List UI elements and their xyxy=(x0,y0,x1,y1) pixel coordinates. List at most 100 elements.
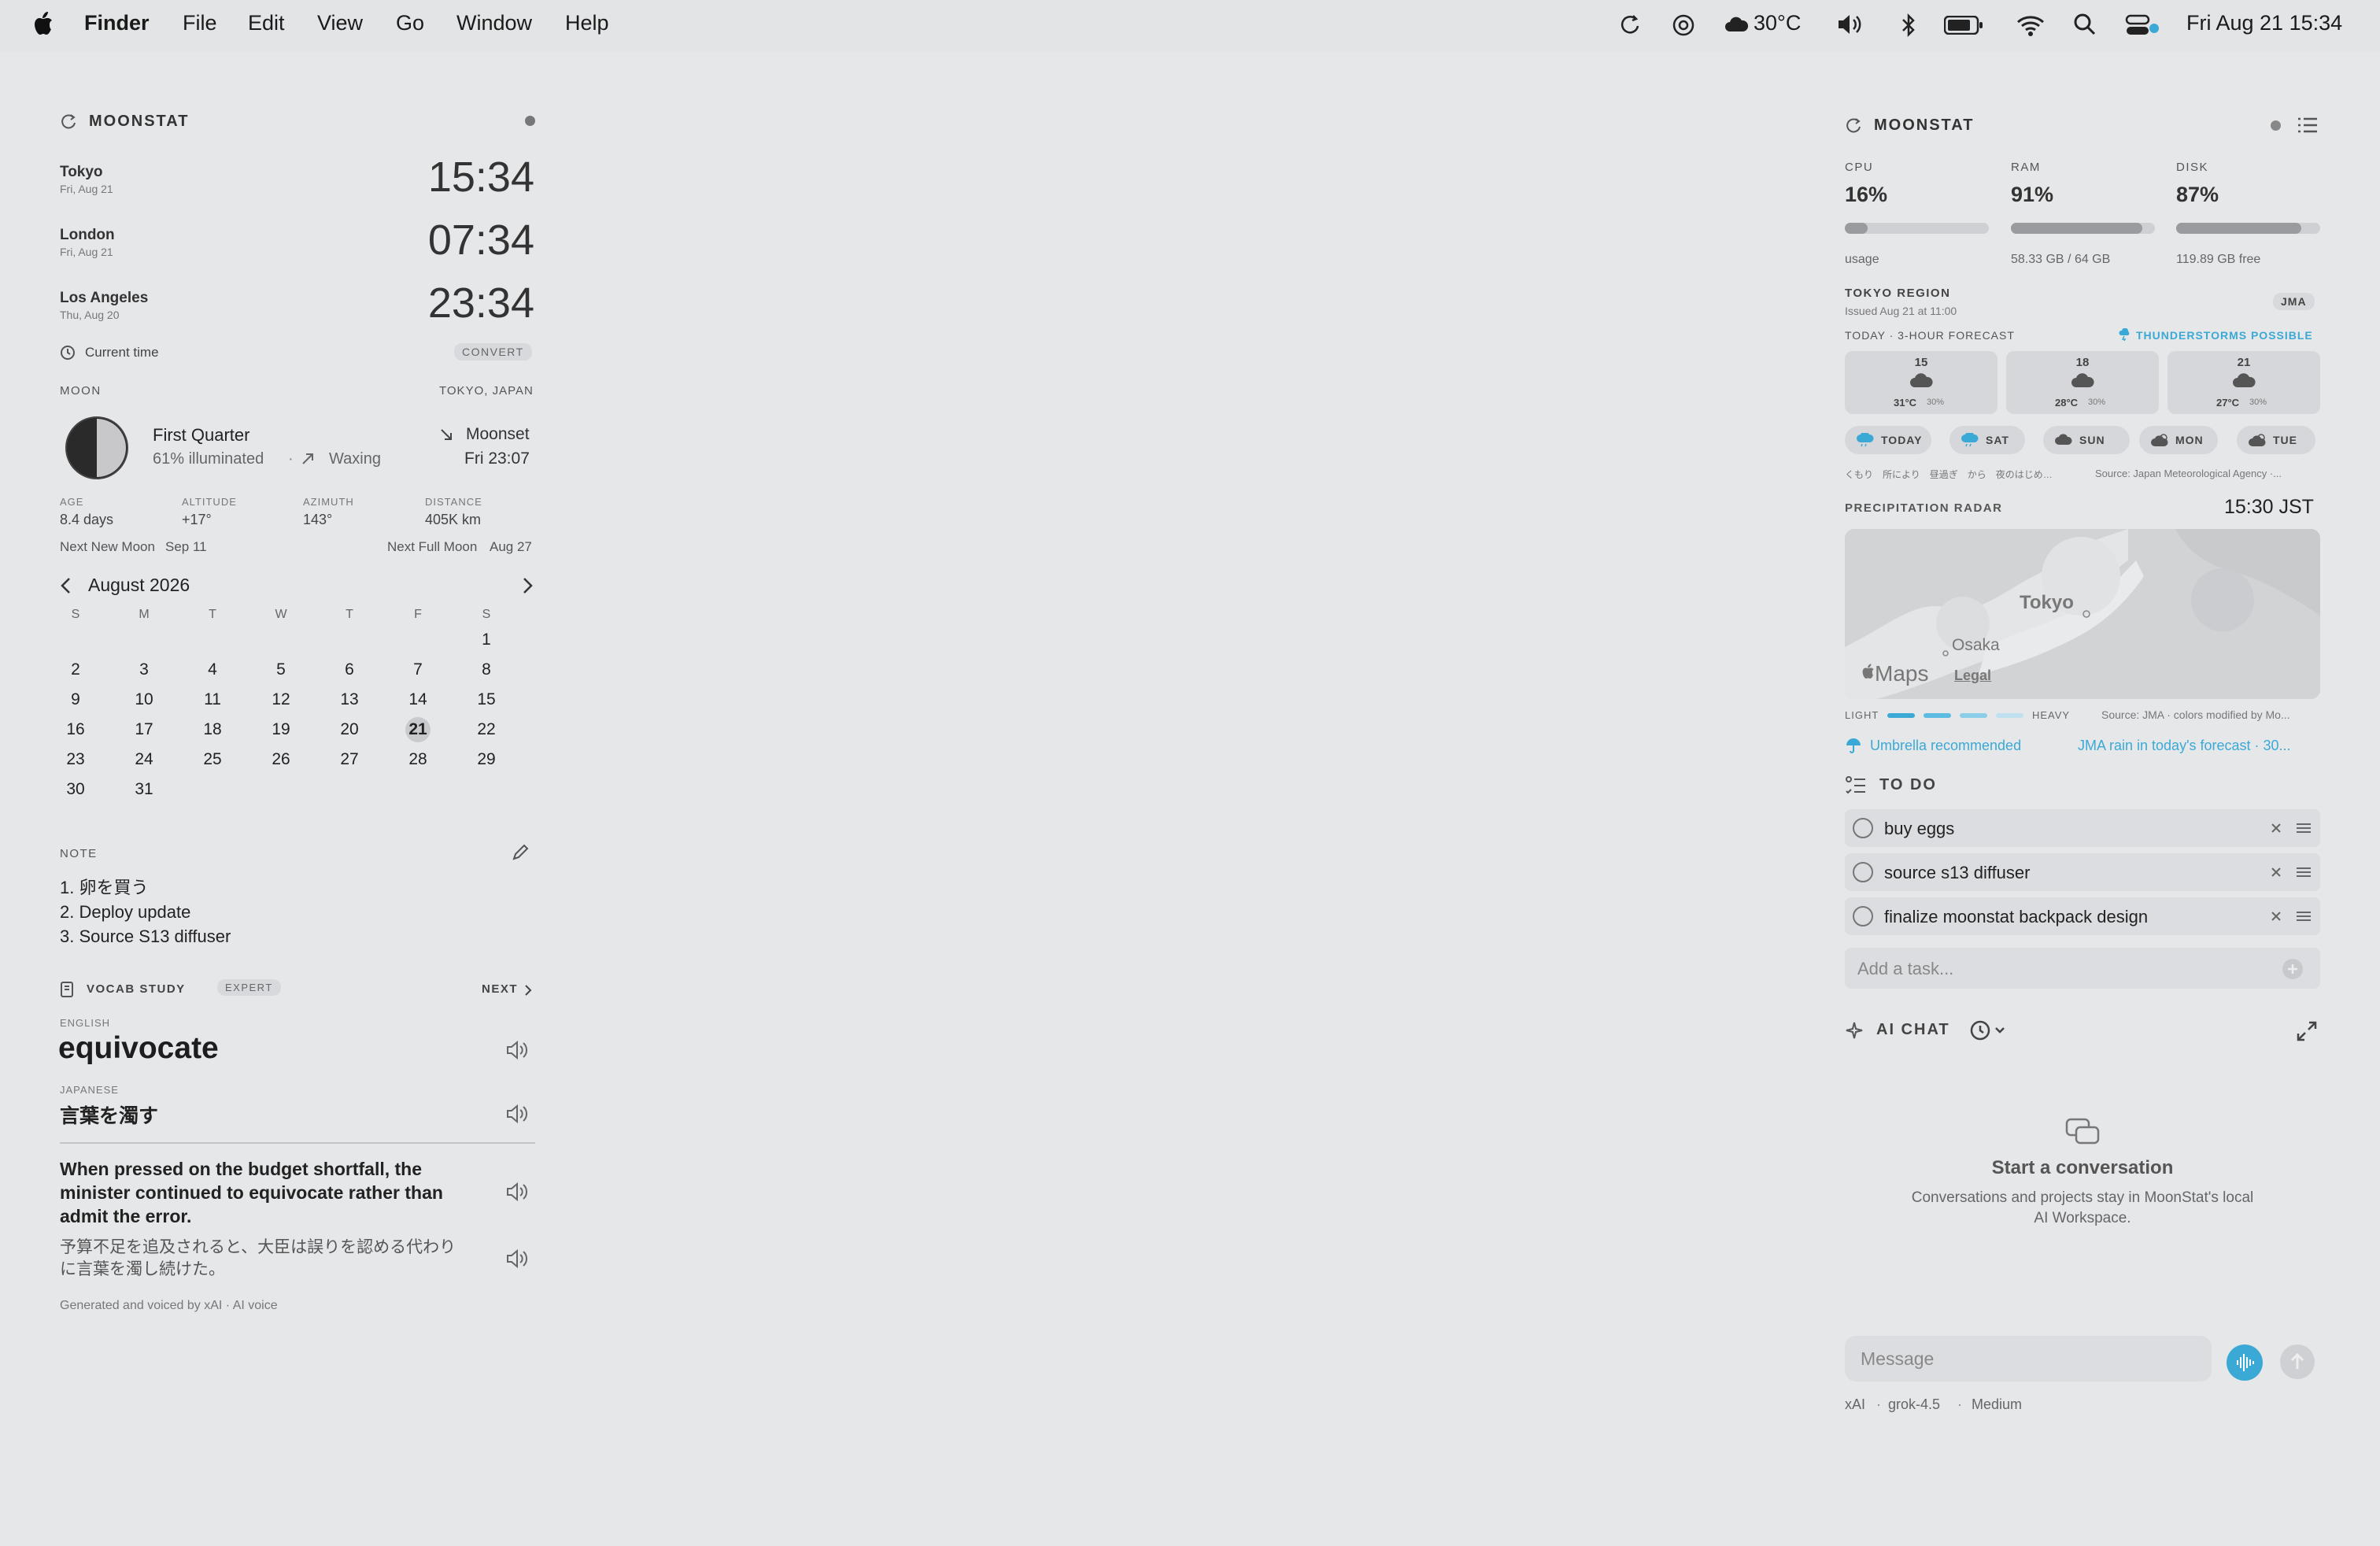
calendar-day[interactable]: 31 xyxy=(128,775,160,804)
weather-temperature[interactable]: 30°C xyxy=(1754,11,1801,35)
calendar-day[interactable]: 14 xyxy=(402,686,434,714)
calendar-day[interactable]: 12 xyxy=(265,686,297,714)
day-pill-tue[interactable]: TUE xyxy=(2237,426,2315,454)
calendar-day[interactable]: 30 xyxy=(60,775,91,804)
menu-file[interactable]: File xyxy=(183,11,217,35)
add-task-field[interactable]: Add a task... xyxy=(1845,948,2320,989)
calendar-day[interactable]: 24 xyxy=(128,745,160,774)
weekday-header: T xyxy=(209,608,216,621)
calendar-day[interactable]: 1 xyxy=(471,626,502,654)
todo-text[interactable]: finalize moonstat backpack design xyxy=(1884,907,2148,927)
wifi-icon[interactable] xyxy=(2016,14,2045,36)
battery-icon[interactable] xyxy=(1944,16,1983,35)
list-icon[interactable] xyxy=(2297,116,2319,135)
calendar-day[interactable]: 7 xyxy=(402,656,434,684)
calendar-day[interactable]: 22 xyxy=(471,716,502,744)
menu-window[interactable]: Window xyxy=(456,11,532,35)
todo-text[interactable]: buy eggs xyxy=(1884,819,1954,839)
control-center-icon[interactable] xyxy=(2125,14,2160,36)
message-input[interactable]: Message xyxy=(1845,1336,2212,1381)
speaker-icon[interactable] xyxy=(505,1181,530,1203)
drag-handle-icon[interactable] xyxy=(2295,822,2312,834)
calendar-day[interactable]: 17 xyxy=(128,716,160,744)
calendar-day[interactable]: 2 xyxy=(60,656,91,684)
day-pill-sun[interactable]: SUN xyxy=(2043,426,2130,454)
calendar-day[interactable]: 26 xyxy=(265,745,297,774)
calendar-day[interactable]: 5 xyxy=(265,656,297,684)
calendar-day[interactable]: 3 xyxy=(128,656,160,684)
radar-source: Source: JMA · colors modified by Mo... xyxy=(2101,708,2290,721)
day-pill-today[interactable]: TODAY xyxy=(1845,426,1931,454)
chevron-right-icon[interactable] xyxy=(523,983,534,997)
calendar-day[interactable]: 13 xyxy=(334,686,365,714)
partly-cloudy-icon xyxy=(2151,434,2168,446)
menu-edit[interactable]: Edit xyxy=(248,11,285,35)
menu-go[interactable]: Go xyxy=(396,11,424,35)
calendar-day[interactable]: 19 xyxy=(265,716,297,744)
expand-icon[interactable] xyxy=(2295,1019,2319,1043)
menu-view[interactable]: View xyxy=(317,11,363,35)
calendar-day[interactable]: 18 xyxy=(197,716,228,744)
calendar-day[interactable]: 8 xyxy=(471,656,502,684)
convert-button[interactable]: CONVERT xyxy=(454,343,532,361)
note-content[interactable]: 1. 卵を買う 2. Deploy update 3. Source S13 d… xyxy=(60,875,231,949)
apple-logo-icon[interactable] xyxy=(31,11,54,36)
cloud-icon[interactable] xyxy=(1724,16,1749,33)
vocab-next-button[interactable]: NEXT xyxy=(482,982,518,996)
speaker-icon[interactable] xyxy=(505,1248,530,1270)
chat-provider[interactable]: xAI xyxy=(1845,1396,1865,1413)
calendar-day[interactable]: 9 xyxy=(60,686,91,714)
calendar-day[interactable]: 4 xyxy=(197,656,228,684)
add-task-button[interactable] xyxy=(2282,959,2303,979)
close-icon[interactable] xyxy=(2270,822,2282,834)
calendar-day[interactable]: 27 xyxy=(334,745,365,774)
calendar-day[interactable]: 29 xyxy=(471,745,502,774)
bluetooth-icon[interactable] xyxy=(1901,13,1916,38)
drag-handle-icon[interactable] xyxy=(2295,910,2312,923)
moon-altitude-value: +17° xyxy=(182,512,212,527)
refresh-icon[interactable] xyxy=(60,113,77,130)
calendar-day[interactable]: 11 xyxy=(197,686,228,714)
day-pill-mon[interactable]: MON xyxy=(2139,426,2218,454)
close-icon[interactable] xyxy=(2270,910,2282,923)
refresh-icon[interactable] xyxy=(1845,117,1862,134)
close-icon[interactable] xyxy=(2270,866,2282,878)
todo-checkbox[interactable] xyxy=(1853,862,1873,882)
day-pill-sat[interactable]: SAT xyxy=(1949,426,2025,454)
voice-button[interactable] xyxy=(2227,1344,2263,1381)
maps-legal-link[interactable]: Legal xyxy=(1954,668,1991,684)
chatgpt-icon[interactable] xyxy=(1671,13,1696,38)
volume-icon[interactable] xyxy=(1836,13,1864,36)
calendar-day-today[interactable]: 21 xyxy=(405,717,431,742)
chat-model[interactable]: grok-4.5 xyxy=(1888,1396,1940,1413)
calendar-day[interactable]: 25 xyxy=(197,745,228,774)
todo-text[interactable]: source s13 diffuser xyxy=(1884,863,2030,883)
spotlight-search-icon[interactable] xyxy=(2073,13,2097,36)
radar-map[interactable]: Tokyo Osaka Maps Legal xyxy=(1845,529,2320,699)
menubar-clock[interactable]: Fri Aug 21 15:34 xyxy=(2186,11,2342,35)
moonset-time: Fri 23:07 xyxy=(464,449,530,468)
calendar-day[interactable]: 23 xyxy=(60,745,91,774)
todo-checkbox[interactable] xyxy=(1853,818,1873,838)
history-dropdown-icon[interactable] xyxy=(1969,1019,2009,1042)
calendar-day[interactable]: 6 xyxy=(334,656,365,684)
app-menu-finder[interactable]: Finder xyxy=(84,11,150,35)
chevron-left-icon[interactable] xyxy=(58,576,74,595)
chat-reasoning-effort[interactable]: Medium xyxy=(1972,1396,2022,1413)
sync-icon[interactable] xyxy=(1618,13,1642,36)
calendar-day[interactable]: 28 xyxy=(402,745,434,774)
add-task-placeholder[interactable]: Add a task... xyxy=(1857,959,1953,979)
send-button[interactable] xyxy=(2280,1344,2315,1379)
chevron-right-icon[interactable] xyxy=(519,576,535,595)
menu-help[interactable]: Help xyxy=(565,11,609,35)
speaker-icon[interactable] xyxy=(505,1039,530,1061)
message-placeholder[interactable]: Message xyxy=(1861,1348,1934,1370)
drag-handle-icon[interactable] xyxy=(2295,866,2312,878)
pencil-icon[interactable] xyxy=(512,844,529,861)
speaker-icon[interactable] xyxy=(505,1103,530,1125)
calendar-day[interactable]: 20 xyxy=(334,716,365,744)
calendar-day[interactable]: 15 xyxy=(471,686,502,714)
calendar-day[interactable]: 10 xyxy=(128,686,160,714)
todo-checkbox[interactable] xyxy=(1853,906,1873,926)
calendar-day[interactable]: 16 xyxy=(60,716,91,744)
